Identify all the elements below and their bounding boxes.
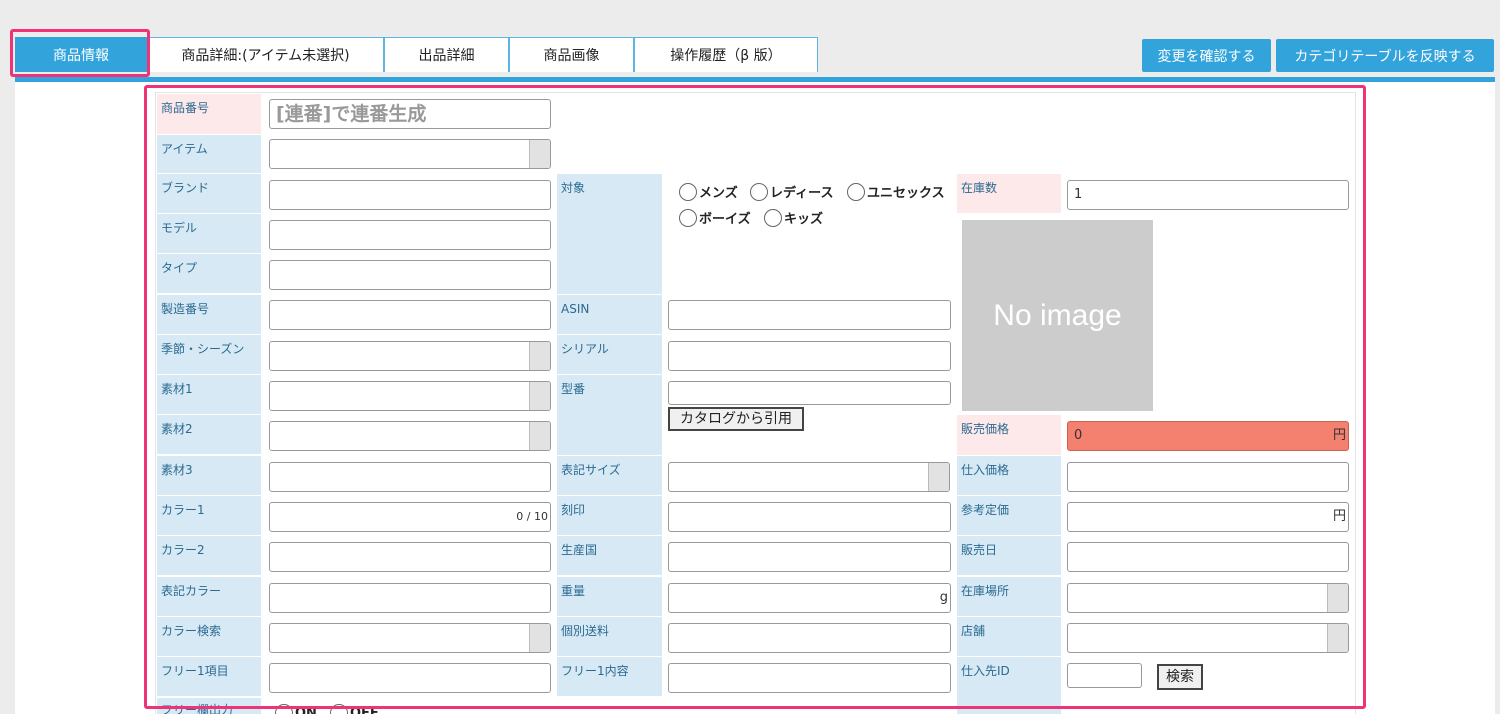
tab-product-images[interactable]: 商品画像 bbox=[509, 37, 634, 72]
highlight-box bbox=[10, 29, 150, 77]
tab-product-detail[interactable]: 商品詳細:(アイテム未選択) bbox=[147, 37, 384, 72]
confirm-changes-button[interactable]: 変更を確認する bbox=[1142, 39, 1271, 72]
tab-listing-detail[interactable]: 出品詳細 bbox=[384, 37, 509, 72]
apply-category-table-button[interactable]: カテゴリテーブルを反映する bbox=[1276, 39, 1494, 72]
tab-operation-history[interactable]: 操作履歴（β 版） bbox=[634, 37, 818, 72]
highlight-box bbox=[144, 85, 1366, 709]
